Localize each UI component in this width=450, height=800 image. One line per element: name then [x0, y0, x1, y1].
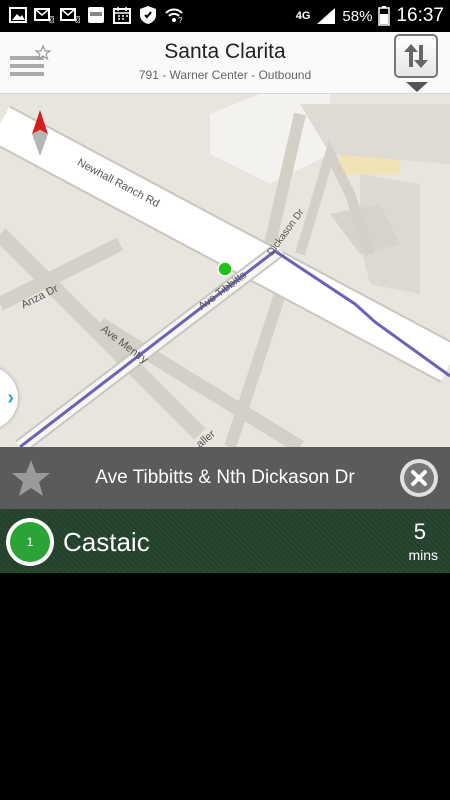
eta-unit: mins — [408, 547, 438, 563]
clock: 16:37 — [396, 5, 444, 26]
dropdown-caret-icon[interactable] — [406, 82, 428, 92]
network-type: 4G — [295, 10, 311, 22]
star-icon — [12, 460, 50, 496]
stop-name: Ave Tibbitts & Nth Dickason Dr — [95, 467, 355, 488]
galaxy-app-icon — [86, 4, 106, 26]
wifi-question-icon: ? — [164, 4, 184, 26]
eta-value: 5 — [413, 519, 426, 544]
swap-arrows-icon — [404, 44, 428, 68]
map-canvas — [0, 94, 450, 447]
mail-icon: @ — [60, 4, 80, 26]
stop-bar: Ave Tibbitts & Nth Dickason Dr — [0, 447, 450, 509]
favorites-menu-button[interactable] — [8, 44, 52, 82]
notification-icons: @ @ ? — [8, 4, 184, 26]
route-title: Santa Clarita — [164, 40, 286, 63]
route-number: 1 — [10, 522, 50, 562]
route-subtitle: 791 - Warner Center - Outbound — [138, 68, 312, 82]
svg-text:@: @ — [74, 15, 80, 23]
close-icon — [404, 463, 434, 493]
chevron-right-icon: › — [7, 386, 14, 409]
status-bar: @ @ ? 4G 58% 16:37 — [0, 0, 450, 32]
signal-icon — [317, 8, 336, 24]
calendar-icon — [112, 4, 132, 26]
favorite-stop-button[interactable] — [10, 457, 52, 499]
mail-icon: @ — [34, 4, 54, 26]
destination: Castaic — [63, 527, 150, 557]
map-view[interactable]: Newhall Ranch Rd Anza Dr Ave Mentry Ave … — [0, 94, 450, 447]
app-header: Santa Clarita 791 - Warner Center - Outb… — [0, 32, 450, 94]
arrival-row[interactable]: 1 Castaic 5 mins — [0, 509, 450, 573]
empty-list-area — [0, 573, 450, 800]
shield-icon — [138, 4, 158, 26]
svg-text:@: @ — [48, 15, 54, 23]
image-icon — [8, 4, 28, 26]
close-stop-button[interactable] — [400, 459, 438, 497]
route-badge: 1 — [6, 518, 54, 566]
svg-text:?: ? — [178, 16, 183, 24]
battery-percent: 58% — [342, 7, 373, 25]
menu-star-icon — [10, 44, 52, 76]
battery-icon — [378, 6, 391, 26]
swap-direction-button[interactable] — [394, 34, 438, 78]
